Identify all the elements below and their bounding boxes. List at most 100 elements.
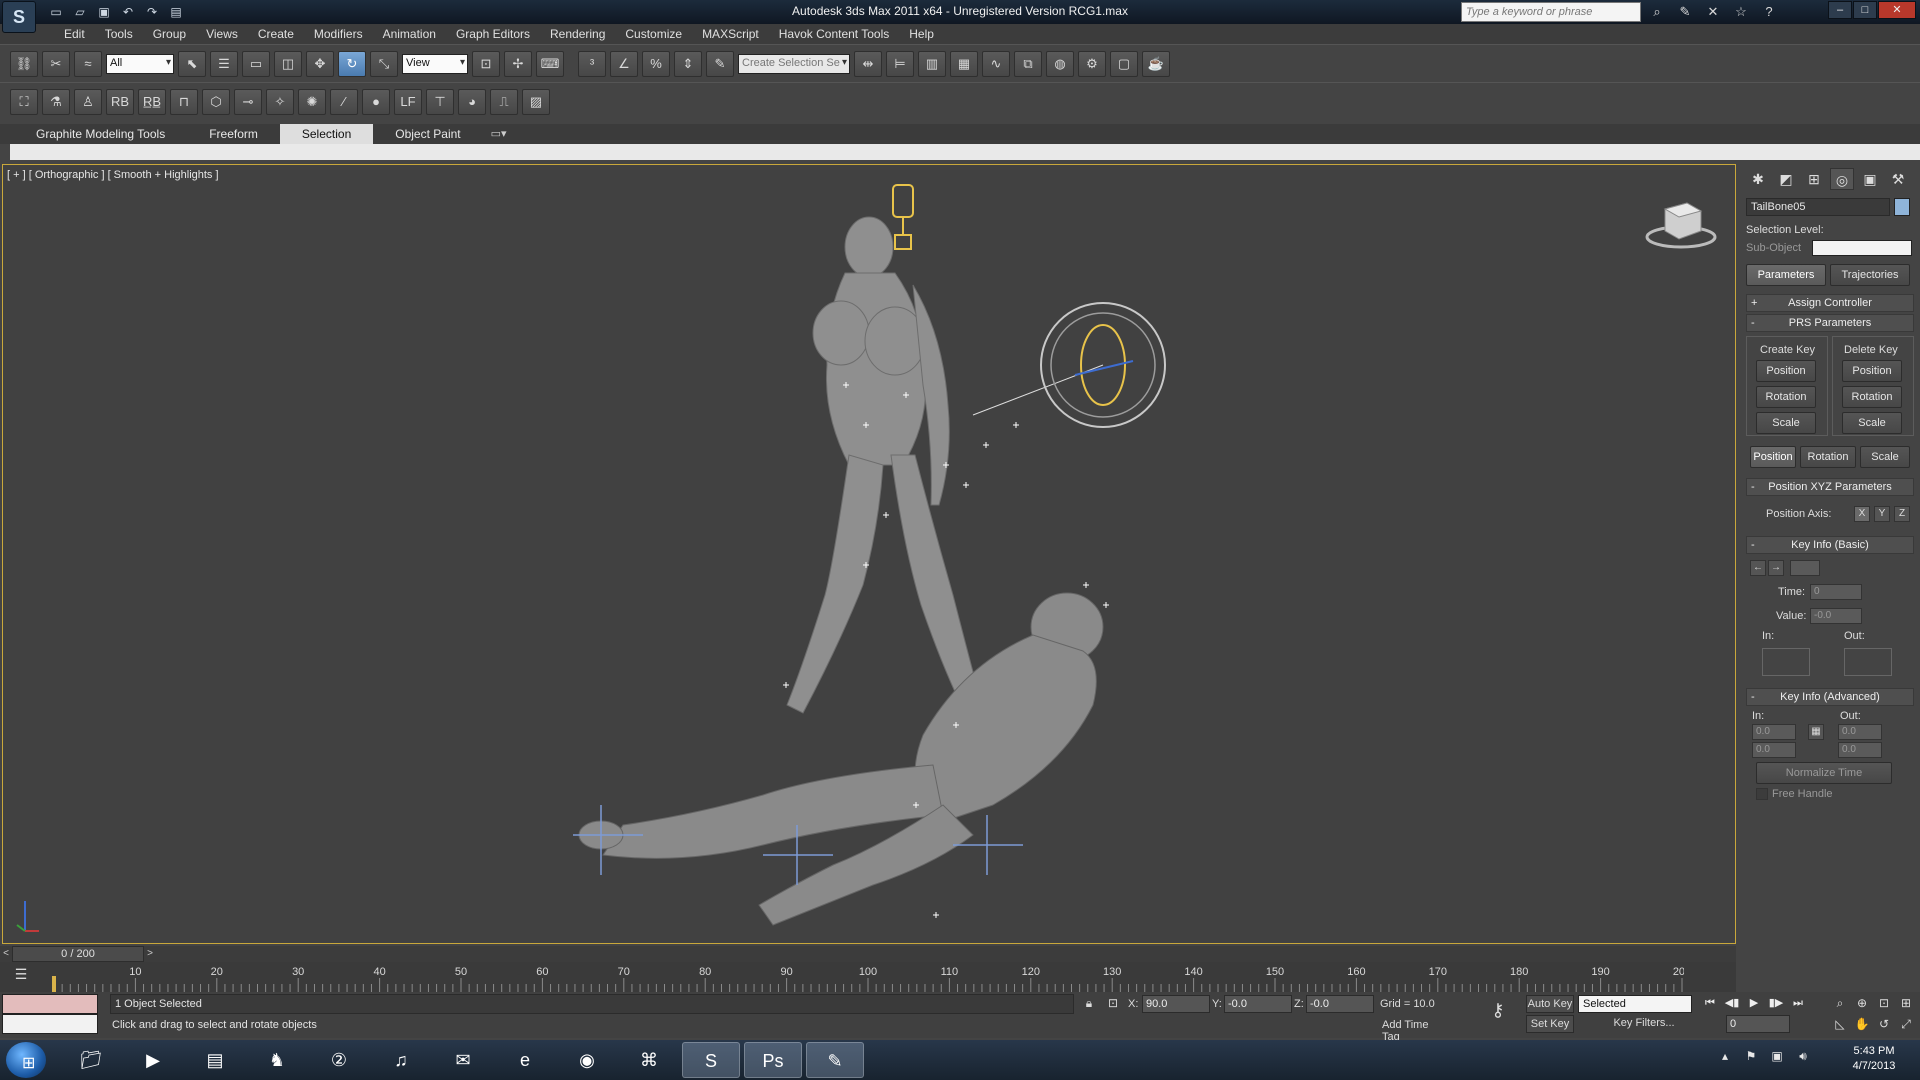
axis-z-button[interactable]: Z bbox=[1894, 506, 1910, 522]
go-to-start-icon[interactable]: ⏮ bbox=[1700, 994, 1720, 1012]
menu-rendering[interactable]: Rendering bbox=[540, 24, 615, 44]
rectangular-selection-icon[interactable]: ▭ bbox=[242, 51, 270, 77]
havok-hinge-icon[interactable]: ⊸ bbox=[234, 89, 262, 115]
prs-parameters-rollout[interactable]: - PRS Parameters bbox=[1746, 314, 1914, 332]
mini-curve-editor-icon[interactable]: ☰ bbox=[10, 966, 32, 988]
maximize-viewport-icon[interactable]: ⤢ bbox=[1896, 1015, 1916, 1034]
tab-graphite-modeling[interactable]: Graphite Modeling Tools bbox=[14, 124, 187, 144]
select-by-name-icon[interactable]: ☰ bbox=[210, 51, 238, 77]
move-icon[interactable]: ✥ bbox=[306, 51, 334, 77]
zoom-extents-icon[interactable]: ⊡ bbox=[1874, 994, 1894, 1013]
delete-scale-key-button[interactable]: Scale bbox=[1842, 412, 1902, 434]
adv-out-field-1[interactable]: 0.0 bbox=[1838, 724, 1882, 740]
comm-center-icon[interactable]: ✕ bbox=[1703, 2, 1723, 22]
display-tab-icon[interactable]: ▣ bbox=[1858, 168, 1882, 190]
delete-rotation-key-button[interactable]: Rotation bbox=[1842, 386, 1902, 408]
havok-export-icon[interactable]: ⎍ bbox=[490, 89, 518, 115]
favorites-icon[interactable]: ☆ bbox=[1731, 2, 1751, 22]
named-selection-dropdown[interactable]: Create Selection Se bbox=[738, 54, 850, 74]
modify-tab-icon[interactable]: ◩ bbox=[1774, 168, 1798, 190]
auto-key-button[interactable]: Auto Key bbox=[1526, 995, 1574, 1013]
lock-handles-icon[interactable]: ▦ bbox=[1808, 724, 1824, 740]
tray-expand-icon[interactable]: ▴ bbox=[1716, 1046, 1734, 1066]
key-icon[interactable]: ⚷ bbox=[1484, 1000, 1512, 1026]
prs-scale-tab[interactable]: Scale bbox=[1860, 446, 1910, 468]
binoculars-icon[interactable]: ⌕ bbox=[1647, 2, 1667, 22]
delete-position-key-button[interactable]: Position bbox=[1842, 360, 1902, 382]
minimize-button[interactable]: – bbox=[1828, 1, 1852, 19]
next-key-icon[interactable]: → bbox=[1768, 560, 1784, 576]
select-and-link-icon[interactable]: ⛓ bbox=[10, 51, 38, 77]
in-tangent-curve[interactable] bbox=[1762, 648, 1810, 676]
keyboard-shortcut-override-icon[interactable]: ⌨ bbox=[536, 51, 564, 77]
free-handle-checkbox[interactable] bbox=[1756, 788, 1768, 800]
tab-selection[interactable]: Selection bbox=[279, 124, 374, 144]
zoom-extents-all-icon[interactable]: ⊞ bbox=[1896, 994, 1916, 1013]
havok-character-icon[interactable]: ♙ bbox=[74, 89, 102, 115]
maxscript-listener-bottom[interactable] bbox=[2, 1014, 98, 1034]
unlink-icon[interactable]: ✂ bbox=[42, 51, 70, 77]
y-coordinate-field[interactable]: -0.0 bbox=[1224, 995, 1292, 1013]
viewport-orthographic[interactable]: [ + ] [ Orthographic ] [ Smooth + Highli… bbox=[2, 164, 1736, 944]
key-filters-button[interactable]: Key Filters... bbox=[1596, 1015, 1692, 1033]
next-frame-icon[interactable]: ▮▶ bbox=[1766, 994, 1786, 1012]
schematic-view-icon[interactable]: ⧉ bbox=[1014, 51, 1042, 77]
notepad-icon[interactable]: ▤ bbox=[186, 1042, 244, 1078]
ie-icon[interactable]: e bbox=[496, 1042, 554, 1078]
menu-customize[interactable]: Customize bbox=[615, 24, 692, 44]
percent-snap-icon[interactable]: % bbox=[642, 51, 670, 77]
material-editor-icon[interactable]: ◍ bbox=[1046, 51, 1074, 77]
havok-wheel-icon[interactable]: ✺ bbox=[298, 89, 326, 115]
maximize-button[interactable]: □ bbox=[1853, 1, 1877, 19]
value-field[interactable]: -0.0 bbox=[1810, 608, 1862, 624]
render-production-icon[interactable]: ☕ bbox=[1142, 51, 1170, 77]
havok-rigidbody-icon[interactable]: ⛶ bbox=[10, 89, 38, 115]
menu-views[interactable]: Views bbox=[196, 24, 248, 44]
previous-frame-icon[interactable]: ◀▮ bbox=[1722, 994, 1742, 1012]
key-info-basic-rollout[interactable]: - Key Info (Basic) bbox=[1746, 536, 1914, 554]
scale-icon[interactable]: ⤡ bbox=[370, 51, 398, 77]
menu-help[interactable]: Help bbox=[899, 24, 944, 44]
havok-pulley-icon[interactable]: ∕ bbox=[330, 89, 358, 115]
prev-key-icon[interactable]: ← bbox=[1750, 560, 1766, 576]
create-tab-icon[interactable]: ✱ bbox=[1746, 168, 1770, 190]
subscription-icon[interactable]: ✎ bbox=[1675, 2, 1695, 22]
motion-tab-icon[interactable]: ◎ bbox=[1830, 168, 1854, 190]
object-color-swatch[interactable] bbox=[1894, 198, 1910, 216]
sub-object-dropdown[interactable] bbox=[1812, 240, 1912, 256]
zoom-all-icon[interactable]: ⊕ bbox=[1852, 994, 1872, 1013]
itunes-icon[interactable]: ♫ bbox=[372, 1042, 430, 1078]
key-info-advanced-rollout[interactable]: - Key Info (Advanced) bbox=[1746, 688, 1914, 706]
adv-in-field-2[interactable]: 0.0 bbox=[1752, 742, 1796, 758]
mirror-icon[interactable]: ⇹ bbox=[854, 51, 882, 77]
create-rotation-key-button[interactable]: Rotation bbox=[1756, 386, 1816, 408]
help-icon[interactable]: ? bbox=[1759, 2, 1779, 22]
window-crossing-icon[interactable]: ◫ bbox=[274, 51, 302, 77]
curve-editor-icon[interactable]: ∿ bbox=[982, 51, 1010, 77]
menu-animation[interactable]: Animation bbox=[373, 24, 446, 44]
current-frame-field[interactable]: 0 bbox=[1726, 1015, 1790, 1033]
mail-icon[interactable]: ✉ bbox=[434, 1042, 492, 1078]
tab-freeform[interactable]: Freeform bbox=[187, 124, 280, 144]
havok-sphere-icon[interactable]: ● bbox=[362, 89, 390, 115]
tab-object-paint[interactable]: Object Paint bbox=[373, 124, 482, 144]
z-coordinate-field[interactable]: -0.0 bbox=[1306, 995, 1374, 1013]
normalize-time-button[interactable]: Normalize Time bbox=[1756, 762, 1892, 784]
select-object-icon[interactable]: ⬉ bbox=[178, 51, 206, 77]
chrome-icon[interactable]: ◉ bbox=[558, 1042, 616, 1078]
adv-in-field-1[interactable]: 0.0 bbox=[1752, 724, 1796, 740]
paint-icon[interactable]: ✎ bbox=[806, 1042, 864, 1078]
object-name-field[interactable]: TailBone05 bbox=[1746, 198, 1890, 216]
media-player-icon[interactable]: ▶ bbox=[124, 1042, 182, 1078]
angle-snap-icon[interactable]: ∠ bbox=[610, 51, 638, 77]
snaps-toggle-icon[interactable]: ³ bbox=[578, 51, 606, 77]
clock[interactable]: 5:43 PM 4/7/2013 bbox=[1834, 1044, 1914, 1074]
havok-filter-icon[interactable]: ▨ bbox=[522, 89, 550, 115]
havok-rb-icon[interactable]: RB bbox=[106, 89, 134, 115]
app-menu-button[interactable]: S bbox=[2, 1, 36, 33]
time-slider-handle[interactable]: 0 / 200 bbox=[12, 946, 144, 962]
trackbar[interactable]: ☰ 10 20 30 40 50 60 70 80 90 100 110 120 130 140 150 16… bbox=[0, 962, 1736, 992]
utilities-tab-icon[interactable]: ⚒ bbox=[1886, 168, 1910, 190]
havok-lf-icon[interactable]: LF bbox=[394, 89, 422, 115]
havok-prismatic-icon[interactable]: ⊤ bbox=[426, 89, 454, 115]
